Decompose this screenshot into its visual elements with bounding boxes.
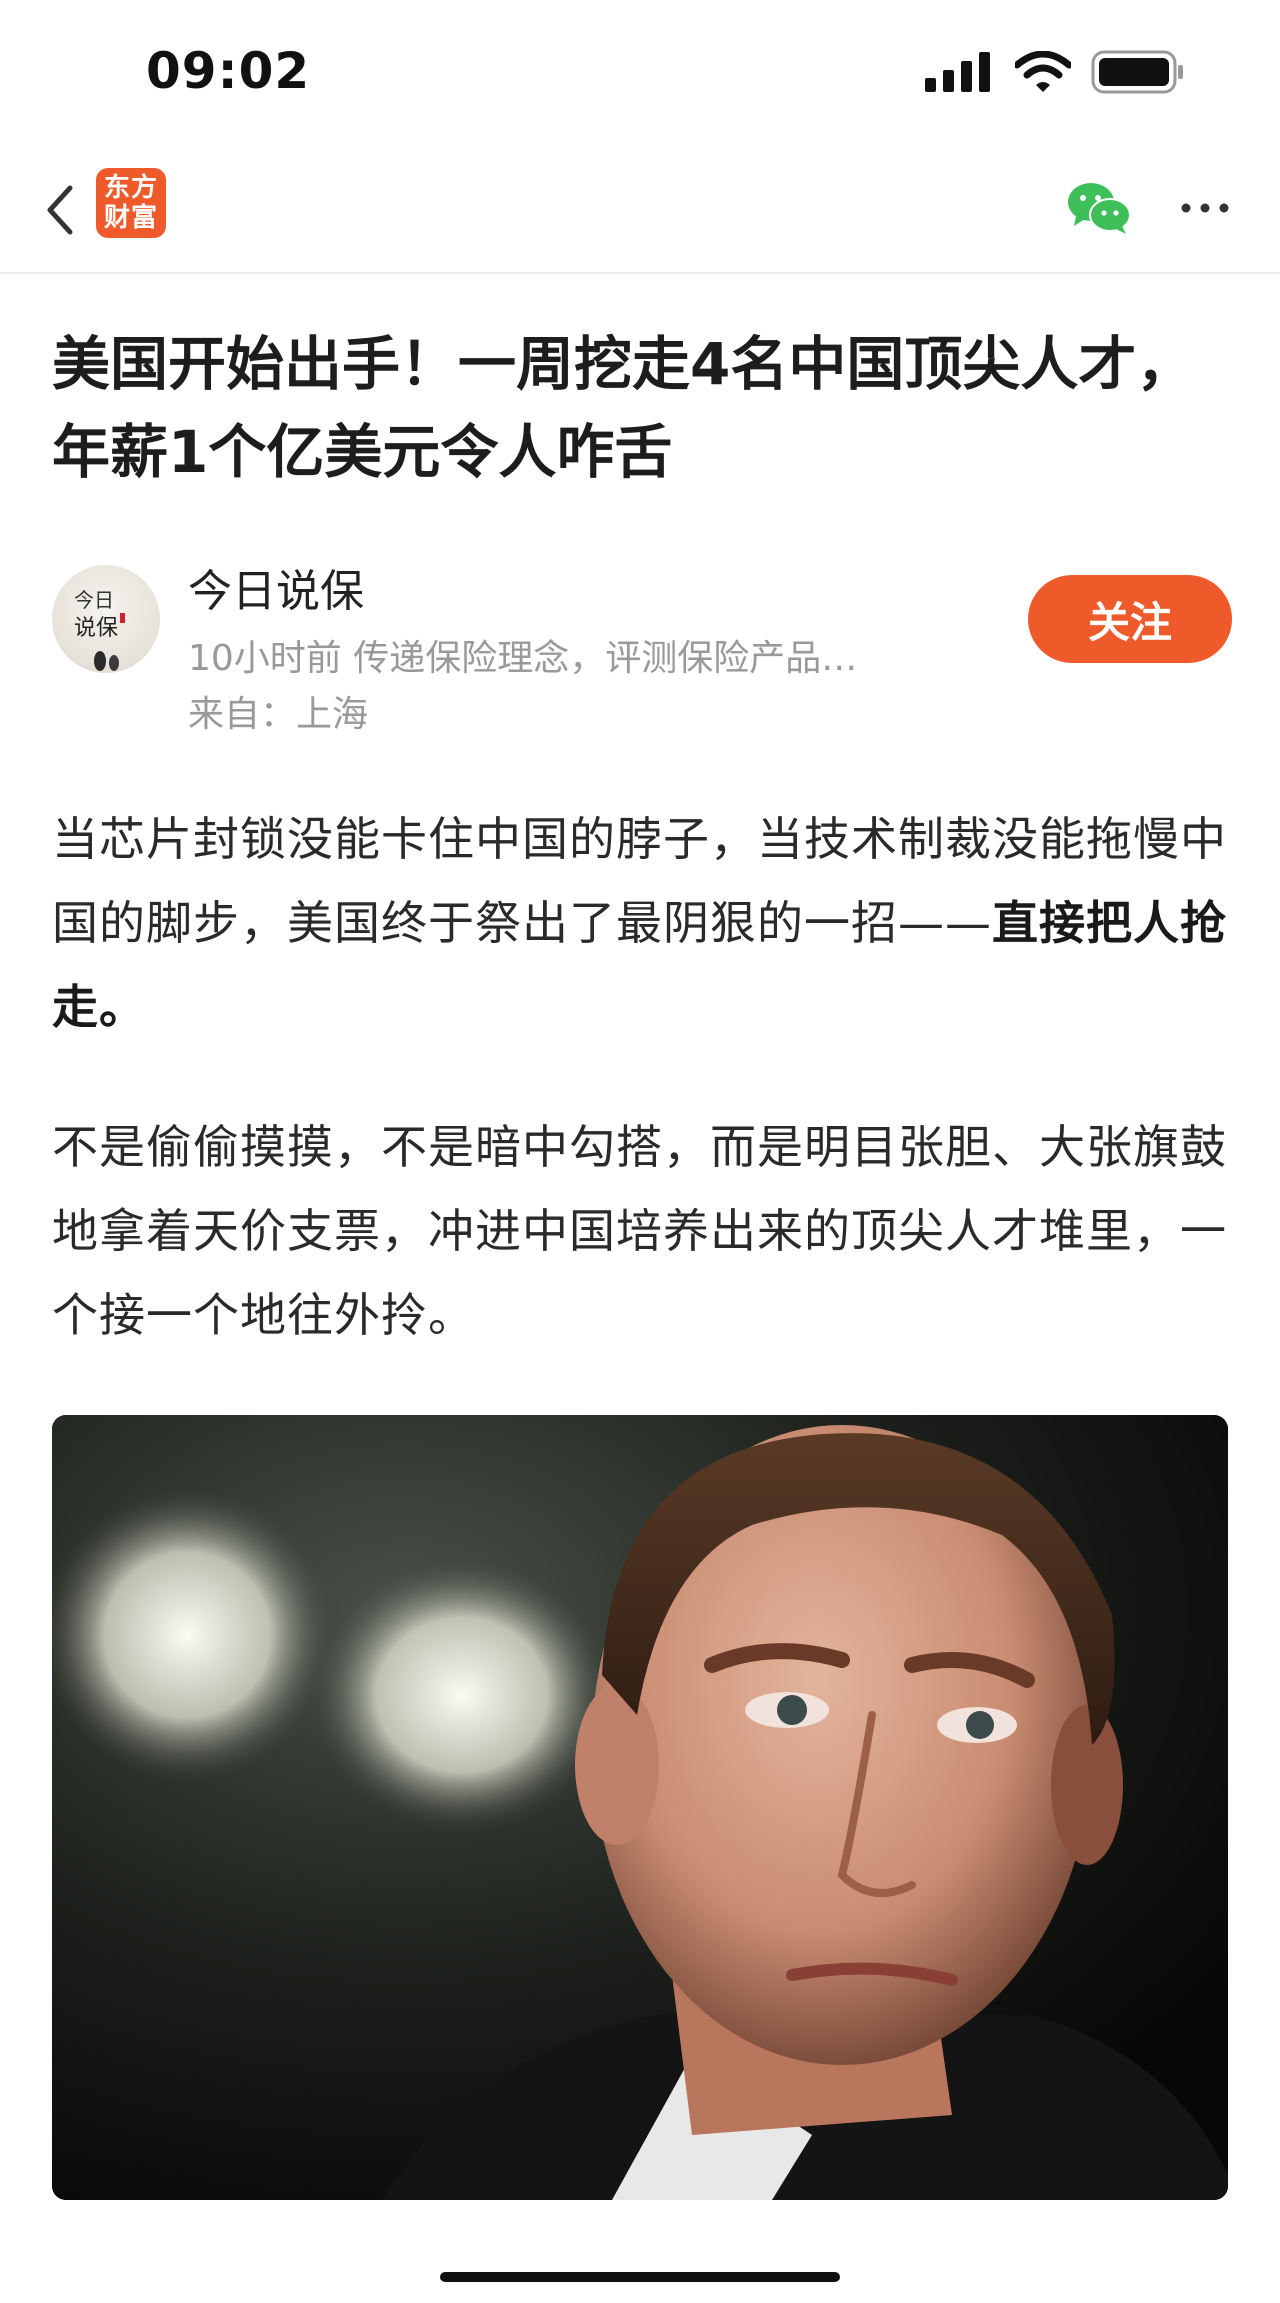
author-location: 来自：上海 <box>188 694 369 735</box>
cellular-signal-icon <box>925 52 990 92</box>
app-logo[interactable]: 东方 财富 <box>96 168 166 238</box>
article-image[interactable] <box>52 1415 1228 2200</box>
follow-button[interactable]: 关注 <box>1028 575 1232 663</box>
back-icon[interactable] <box>40 180 80 240</box>
more-icon[interactable] <box>1180 200 1230 216</box>
author-avatar[interactable]: 今日 说保 <box>52 565 160 673</box>
home-indicator <box>440 2272 840 2282</box>
portrait-photo <box>52 1415 1228 2200</box>
wechat-icon[interactable] <box>1066 180 1132 236</box>
app-logo-line1: 东方 <box>103 173 158 203</box>
battery-icon <box>1091 50 1183 94</box>
author-name[interactable]: 今日说保 <box>188 555 364 619</box>
svg-text:说保: 说保 <box>74 616 118 641</box>
status-icons <box>925 50 1185 94</box>
app-logo-line2: 财富 <box>103 203 158 233</box>
author-row: 今日 说保 今日说保 10小时前 传递保险理念，评测保险产品… 来自：上海 关注 <box>52 555 1232 745</box>
article-paragraph-1: 当芯片封锁没能卡住中国的脖子，当技术制裁没能拖慢中国的脚步，美国终于祭出了最阴狠… <box>52 797 1232 1049</box>
article-title: 美国开始出手！一周挖走4名中国顶尖人才，年薪1个亿美元令人咋舌 <box>52 330 1195 486</box>
svg-text:今日: 今日 <box>74 588 114 612</box>
nav-bar: 东方 财富 <box>0 150 1280 274</box>
wifi-icon <box>1015 51 1071 92</box>
status-time: 09:02 <box>146 42 311 100</box>
author-meta: 10小时前 传递保险理念，评测保险产品… <box>188 638 858 679</box>
avatar-image: 今日 说保 <box>74 588 125 671</box>
status-bar: 09:02 <box>0 0 1280 150</box>
article-paragraph-2: 不是偷偷摸摸，不是暗中勾搭，而是明目张胆、大张旗鼓地拿着天价支票，冲进中国培养出… <box>52 1120 1227 1342</box>
